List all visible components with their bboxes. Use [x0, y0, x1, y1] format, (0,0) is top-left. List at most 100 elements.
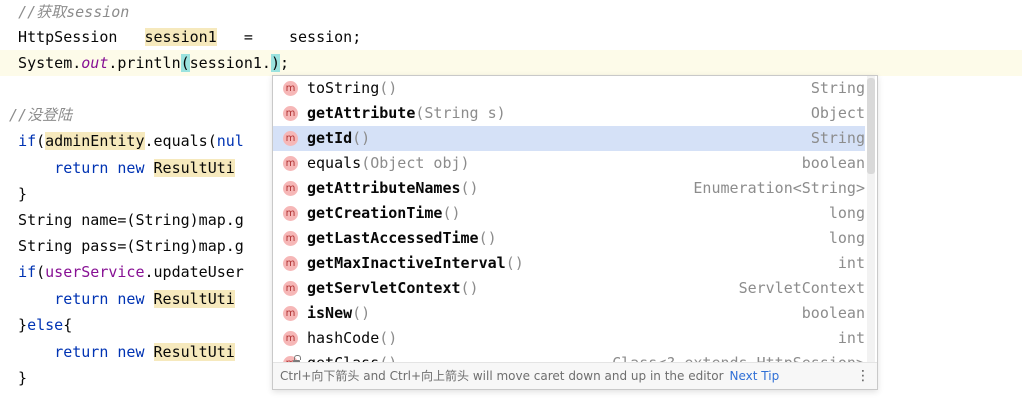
- code-token: String pass=(String)map.g: [0, 237, 244, 255]
- completion-item[interactable]: m getServletContext() ServletContext: [273, 276, 865, 301]
- code-token: = session;: [216, 28, 362, 46]
- next-tip-link[interactable]: Next Tip: [730, 369, 780, 383]
- code-token: session1: [144, 28, 217, 46]
- completion-list[interactable]: m toString() String m getAttribute(String s)…: [273, 76, 865, 362]
- completion-item[interactable]: m isNew() boolean: [273, 301, 865, 326]
- method-name: getId: [307, 129, 353, 147]
- completion-item-type: Class<? extends HttpSession>: [612, 351, 865, 362]
- completion-item[interactable]: m hashCode() int: [273, 326, 865, 351]
- completion-hint: Ctrl+向下箭头 and Ctrl+向上箭头 will move caret …: [280, 369, 780, 383]
- completion-item-name: equals(Object obj): [307, 151, 470, 176]
- method-params: (): [460, 279, 479, 297]
- code-token: String name=(String)map.g: [0, 211, 244, 229]
- code-token: return new: [54, 290, 154, 308]
- method-name: toString: [307, 79, 380, 97]
- code-token: }: [0, 185, 28, 203]
- code-token: }: [0, 369, 28, 387]
- code-token: ResultUti: [153, 159, 235, 177]
- code-token: if: [18, 132, 37, 150]
- method-name: getMaxInactiveInterval: [307, 254, 506, 272]
- code-token: nul: [216, 132, 244, 150]
- code-token: {: [63, 316, 73, 334]
- completion-item[interactable]: m toString() String: [273, 76, 865, 101]
- method-name: getCreationTime: [307, 204, 443, 222]
- code-token: .equals(: [144, 132, 217, 150]
- code-token: ResultUti: [153, 343, 235, 361]
- completion-item-type: int: [837, 254, 865, 272]
- completion-item[interactable]: m getAttribute(String s) Object: [273, 101, 865, 126]
- method-icon: m: [283, 281, 298, 296]
- code-token: ): [270, 54, 280, 72]
- completion-item[interactable]: m getId() String: [273, 126, 865, 151]
- code-token: userService: [45, 263, 145, 281]
- code-token: return new: [54, 343, 154, 361]
- completion-item[interactable]: mgetClass()Class<? extends HttpSession>: [273, 351, 865, 362]
- method-params: (): [478, 229, 497, 247]
- method-name: getAttribute: [307, 104, 416, 122]
- lock-icon: [293, 355, 301, 362]
- code-token: ;: [279, 54, 289, 72]
- code-token: out: [81, 54, 109, 72]
- method-icon: m: [283, 256, 298, 271]
- method-params: (Object obj): [361, 154, 470, 172]
- completion-item-type: ServletContext: [738, 279, 865, 297]
- method-icon: m: [283, 231, 298, 246]
- method-params: (): [352, 304, 371, 322]
- code-token: //没登陆: [9, 106, 73, 124]
- code-token: (: [36, 132, 46, 150]
- method-name: getClass: [307, 354, 379, 362]
- completion-item-type: Object: [810, 104, 865, 122]
- completion-item[interactable]: m getAttributeNames() Enumeration<String>: [273, 176, 865, 201]
- code-completion-popup[interactable]: m toString() String m getAttribute(String s)…: [272, 75, 878, 390]
- completion-scroll-thumb[interactable]: [867, 78, 875, 174]
- method-icon: m: [283, 306, 298, 321]
- completion-footer: Ctrl+向下箭头 and Ctrl+向上箭头 will move caret …: [273, 362, 877, 389]
- method-icon: m: [283, 206, 298, 221]
- method-name: getServletContext: [307, 279, 461, 297]
- completion-item-type: boolean: [801, 304, 865, 322]
- method-params: (): [442, 204, 461, 222]
- more-options-icon[interactable]: ⋮: [856, 363, 870, 389]
- completion-item-name: getAttributeNames(): [307, 176, 479, 201]
- code-line[interactable]: //获取session: [0, 0, 1022, 25]
- code-line[interactable]: System.out.println(session1.);: [0, 50, 1022, 76]
- method-icon: m: [283, 181, 298, 196]
- method-icon: m: [283, 156, 298, 171]
- method-params: (): [460, 179, 479, 197]
- completion-item-name: getAttribute(String s): [307, 101, 506, 126]
- completion-item-name: getMaxInactiveInterval(): [307, 251, 524, 276]
- completion-item-name: getCreationTime(): [307, 201, 461, 226]
- completion-item[interactable]: m equals(Object obj) boolean: [273, 151, 865, 176]
- completion-item[interactable]: m getMaxInactiveInterval() int: [273, 251, 865, 276]
- completion-item-name: toString(): [307, 76, 397, 101]
- code-token: return new: [54, 159, 154, 177]
- completion-item-type: Enumeration<String>: [693, 179, 865, 197]
- completion-item-name: getId(): [307, 126, 370, 151]
- method-name: getLastAccessedTime: [307, 229, 479, 247]
- code-token: adminEntity: [45, 132, 145, 150]
- code-token: System.: [0, 54, 82, 72]
- code-token: if: [18, 263, 37, 281]
- completion-item-type: String: [810, 129, 865, 147]
- completion-item-name: getLastAccessedTime(): [307, 226, 497, 251]
- code-token: }: [0, 316, 28, 334]
- completion-item-name: hashCode(): [307, 326, 397, 351]
- completion-item-type: long: [828, 229, 865, 247]
- completion-item[interactable]: m getCreationTime() long: [273, 201, 865, 226]
- completion-item-type: String: [810, 79, 865, 97]
- method-icon: m: [283, 81, 298, 96]
- code-line[interactable]: HttpSession session1 = session;: [0, 24, 1022, 50]
- completion-item[interactable]: m getLastAccessedTime() long: [273, 226, 865, 251]
- code-token: (: [36, 263, 46, 281]
- method-params: (): [379, 329, 398, 347]
- completion-item-type: int: [837, 329, 865, 347]
- code-token: //获取session: [18, 3, 130, 21]
- completion-scrollbar[interactable]: [867, 76, 875, 362]
- method-name: hashCode: [307, 329, 380, 347]
